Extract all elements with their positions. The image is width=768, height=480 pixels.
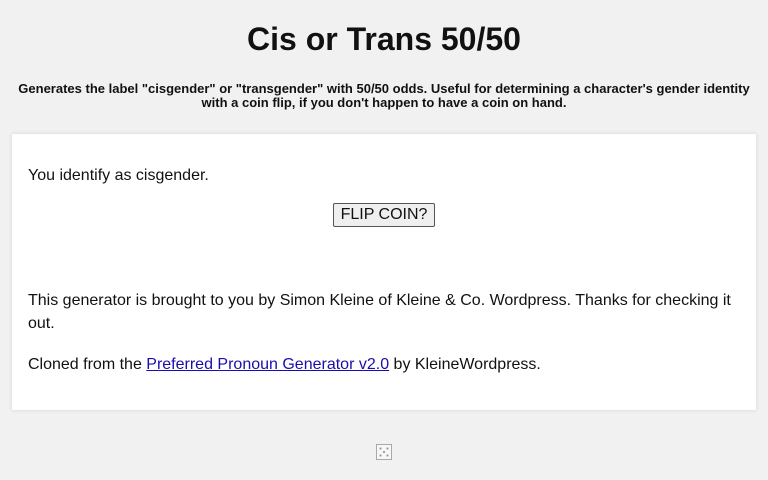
- cloned-suffix: by KleineWordpress.: [389, 356, 541, 373]
- credit-text: This generator is brought to you by Simo…: [28, 292, 731, 332]
- page-title: Cis or Trans 50/50: [247, 21, 521, 57]
- flip-coin-button[interactable]: FLIP COIN?: [333, 203, 435, 227]
- pronoun-generator-link[interactable]: Preferred Pronoun Generator v2.0: [146, 356, 389, 373]
- cloned-from-text: Cloned from the Preferred Pronoun Genera…: [28, 355, 541, 375]
- dice-icon-graphic: [376, 444, 392, 460]
- generator-card: You identify as cisgender. FLIP COIN? Th…: [12, 134, 756, 410]
- dice-icon[interactable]: [376, 444, 392, 460]
- cloned-prefix: Cloned from the: [28, 356, 147, 373]
- page-subtitle: Generates the label "cisgender" or "tran…: [18, 81, 750, 110]
- result-text: You identify as cisgender.: [28, 167, 209, 184]
